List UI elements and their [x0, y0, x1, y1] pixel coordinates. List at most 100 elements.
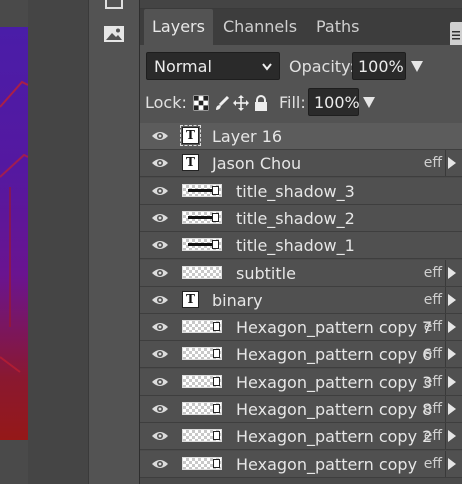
layer-row[interactable]: Hexagon_pattern copy 7 eff — [140, 314, 462, 342]
canvas-hexagon-lines — [0, 80, 28, 373]
row-divider — [445, 423, 446, 450]
layer-effects-badge[interactable]: eff — [424, 423, 442, 450]
layer-row[interactable]: title_shadow_2 — [140, 204, 462, 232]
fill-dropdown-arrow-icon[interactable] — [363, 97, 375, 108]
layer-row[interactable]: title_shadow_3 — [140, 177, 462, 205]
eye-icon[interactable] — [151, 211, 169, 225]
eye-icon[interactable] — [151, 402, 169, 416]
hamburger-icon — [452, 31, 460, 40]
layer-row[interactable]: Hexagon_pattern copy 8 eff — [140, 396, 462, 423]
row-divider — [445, 150, 446, 177]
move-lock-icon[interactable] — [233, 95, 249, 111]
image-icon[interactable] — [102, 23, 126, 45]
row-divider — [445, 450, 446, 477]
layer-effects-badge[interactable]: eff — [424, 287, 442, 314]
layer-effects-badge[interactable]: eff — [424, 314, 442, 341]
layer-effects-badge[interactable]: eff — [424, 369, 442, 396]
layer-effects-badge[interactable]: eff — [424, 260, 442, 287]
eye-icon[interactable] — [151, 184, 169, 198]
layer-row[interactable]: subtitle eff — [140, 259, 462, 287]
expand-effects-arrow-icon[interactable] — [448, 348, 456, 361]
row-divider — [445, 259, 446, 286]
text-layer-thumbnail-icon: T — [180, 125, 201, 146]
padlock-icon[interactable] — [254, 95, 268, 111]
tab-layers[interactable]: Layers — [144, 9, 213, 45]
expand-effects-arrow-icon[interactable] — [448, 430, 456, 443]
expand-effects-arrow-icon[interactable] — [448, 266, 456, 279]
expand-effects-arrow-icon[interactable] — [448, 375, 456, 388]
pattern-layer-thumbnail — [182, 429, 222, 443]
fill-input[interactable]: 100% — [308, 88, 360, 116]
layer-effects-badge[interactable]: eff — [424, 396, 442, 423]
layer-effects-badge[interactable]: eff — [424, 341, 442, 368]
chevron-down-icon — [261, 53, 273, 90]
checkerboard-lock-icon[interactable] — [193, 95, 209, 111]
eye-icon[interactable] — [151, 238, 169, 252]
shadow-layer-thumbnail — [182, 210, 222, 224]
row-divider — [445, 341, 446, 368]
layer-name: subtitle — [236, 263, 296, 283]
blend-mode-value: Normal — [154, 57, 212, 76]
text-layer-thumbnail-icon: T — [182, 290, 199, 308]
shadow-layer-thumbnail — [182, 238, 222, 252]
layer-row[interactable]: Hexagon_pattern copy 6 eff — [140, 341, 462, 369]
layer-row[interactable]: title_shadow_1 — [140, 232, 462, 260]
layer-name: title_shadow_1 — [236, 236, 355, 256]
layer-row[interactable]: T Jason Chou eff — [140, 150, 462, 178]
blend-mode-select[interactable]: Normal — [146, 52, 280, 80]
eye-icon[interactable] — [151, 457, 169, 471]
layer-name: title_shadow_2 — [236, 208, 355, 228]
layer-name: Hexagon_pattern copy 3 — [236, 372, 433, 392]
expand-effects-arrow-icon[interactable] — [448, 457, 456, 470]
layer-effects-badge[interactable]: eff — [424, 150, 442, 177]
panel-drag-bar[interactable] — [140, 0, 462, 9]
layer-name: Hexagon_pattern copy 8 — [236, 400, 433, 419]
shadow-layer-thumbnail — [182, 183, 222, 197]
layer-name: title_shadow_3 — [236, 181, 355, 201]
layer-name: Jason Chou — [212, 154, 302, 174]
pattern-layer-thumbnail — [182, 456, 222, 470]
eye-icon[interactable] — [151, 320, 169, 334]
eye-icon[interactable] — [151, 129, 169, 143]
eye-icon[interactable] — [151, 266, 169, 280]
expand-effects-arrow-icon[interactable] — [448, 293, 456, 306]
opacity-dropdown-arrow-icon[interactable] — [411, 61, 423, 72]
eye-icon[interactable] — [151, 375, 169, 389]
expand-effects-arrow-icon[interactable] — [448, 403, 456, 415]
pattern-layer-thumbnail — [182, 347, 222, 361]
panel-tabs: Layers Channels Paths — [140, 9, 462, 48]
expand-effects-arrow-icon[interactable] — [448, 157, 456, 170]
tab-channels[interactable]: Channels — [215, 9, 305, 45]
layer-name: Hexagon_pattern copy 2 — [236, 427, 433, 447]
layer-name: Hexagon_pattern copy — [236, 454, 418, 474]
row-divider — [445, 396, 446, 422]
eye-icon[interactable] — [151, 293, 169, 307]
tool-strip — [88, 0, 140, 484]
layer-effects-badge[interactable]: eff — [424, 451, 442, 478]
layer-row[interactable]: Hexagon_pattern copy 2 eff — [140, 423, 462, 451]
layer-row[interactable]: Tbinary eff — [140, 286, 462, 314]
tab-paths[interactable]: Paths — [308, 9, 367, 45]
layer-name: Hexagon_pattern copy 6 — [236, 345, 433, 365]
expand-effects-arrow-icon[interactable] — [448, 321, 456, 334]
brush-lock-icon[interactable] — [214, 95, 230, 111]
eye-icon[interactable] — [151, 156, 169, 170]
layer-options-bar: Normal Opacity: 100% Lock: Fill: 100% — [140, 45, 462, 123]
text-layer-thumbnail-icon: T — [182, 154, 199, 172]
row-divider — [445, 314, 446, 341]
opacity-label: Opacity: — [289, 57, 355, 76]
eye-icon[interactable] — [151, 347, 169, 361]
eye-icon[interactable] — [151, 429, 169, 443]
layer-row[interactable]: Hexagon_pattern copy eff — [140, 450, 462, 478]
opacity-input[interactable]: 100% — [352, 52, 406, 80]
pattern-layer-thumbnail — [182, 374, 222, 388]
transparent-layer-thumbnail — [182, 265, 222, 279]
layers-tool-icon[interactable] — [102, 0, 126, 16]
layers-list: T Layer 16 T Jason Chou eff title_shadow_3 tit… — [140, 123, 462, 484]
workspace-gutter — [28, 0, 88, 484]
layer-row[interactable]: T Layer 16 — [140, 123, 462, 150]
layer-row[interactable]: Hexagon_pattern copy 3 eff — [140, 368, 462, 396]
canvas-area[interactable] — [0, 0, 28, 484]
lock-label: Lock: — [145, 93, 187, 112]
pattern-layer-thumbnail — [182, 402, 222, 415]
